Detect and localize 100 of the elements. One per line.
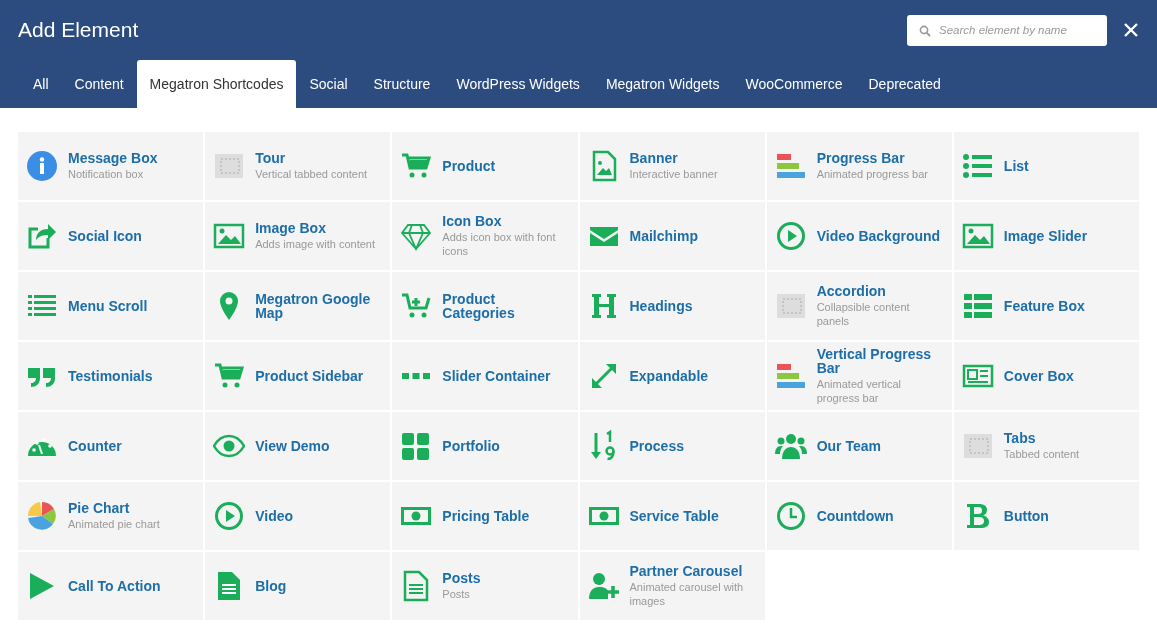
element-tile[interactable]: Counter <box>18 412 204 480</box>
element-title: Partner Carousel <box>629 563 744 578</box>
element-tile[interactable]: View Demo <box>205 412 391 480</box>
element-title: Countdown <box>816 509 894 523</box>
element-title: Megatron Google Map <box>255 292 372 320</box>
element-tile[interactable]: Pie Chart Animated pie chart <box>18 482 204 550</box>
element-description: Collapsible content panels <box>816 299 911 329</box>
element-tile[interactable]: Headings <box>579 272 765 340</box>
element-title: List <box>1003 159 1029 173</box>
element-tile[interactable]: Pricing Table <box>392 482 578 550</box>
element-tile[interactable]: Portfolio <box>392 412 578 480</box>
element-tile[interactable]: Tabs Tabbed content <box>953 412 1139 480</box>
element-title: Portfolio <box>442 439 500 453</box>
user-plus-icon <box>587 570 620 602</box>
element-tile[interactable]: Tour Vertical tabbed content <box>205 132 391 200</box>
tab[interactable]: WooCommerce <box>732 60 856 108</box>
element-title: Our Team <box>816 439 881 453</box>
element-description: Animated progress bar <box>816 166 928 182</box>
tab[interactable]: WordPress Widgets <box>443 60 593 108</box>
element-tile[interactable]: Expandable <box>579 342 765 410</box>
element-tile[interactable]: Mailchimp <box>579 202 765 270</box>
tab[interactable]: Structure <box>360 60 444 108</box>
tab[interactable]: Megatron Widgets <box>592 60 733 108</box>
element-tile[interactable]: Product <box>392 132 578 200</box>
element-description: Animated pie chart <box>68 516 160 532</box>
element-title: Slider Container <box>442 369 551 383</box>
element-tile[interactable]: Icon Box Adds icon box with font icons <box>392 202 578 270</box>
element-title: Button <box>1003 509 1049 523</box>
element-tile[interactable]: Partner Carousel Animated carousel with images <box>579 552 765 620</box>
element-tile[interactable]: Button <box>953 482 1139 550</box>
element-tile[interactable]: Banner Interactive banner <box>579 132 765 200</box>
element-title: Pie Chart <box>68 500 131 515</box>
element-tile[interactable]: Posts Posts <box>392 552 578 620</box>
element-title: Vertical Progress Bar <box>816 346 933 375</box>
element-title: Video Background <box>816 229 941 243</box>
element-title: Call To Action <box>68 579 161 593</box>
element-title: Image Slider <box>1003 229 1088 243</box>
element-tile[interactable]: Image Slider <box>953 202 1139 270</box>
element-title: Product <box>442 159 496 173</box>
element-description: Animated vertical progress bar <box>816 376 903 406</box>
element-title: Menu Scroll <box>68 299 148 313</box>
dialog-title: Add Element <box>18 17 140 43</box>
element-tile[interactable]: Accordion Collapsible content panels <box>766 272 952 340</box>
element-title: Counter <box>68 439 122 453</box>
tab[interactable]: Megatron Shortcodes <box>136 60 297 108</box>
tab[interactable]: All <box>20 60 62 108</box>
element-tile[interactable]: Our Team <box>766 412 952 480</box>
element-title: Product Sidebar <box>255 369 364 383</box>
element-title: Mailchimp <box>629 229 698 243</box>
element-description: Animated carousel with images <box>629 579 745 609</box>
element-tile[interactable]: Slider Container <box>392 342 578 410</box>
info-icon <box>26 150 58 182</box>
element-title: Blog <box>255 579 287 593</box>
element-tile[interactable]: Process <box>579 412 765 480</box>
element-tile[interactable]: Product Sidebar <box>205 342 391 410</box>
element-tile[interactable]: Testimonials <box>18 342 204 410</box>
element-tile[interactable]: Video <box>205 482 391 550</box>
tab[interactable]: Deprecated <box>855 60 954 108</box>
element-title: Expandable <box>629 369 709 383</box>
element-title: Service Table <box>629 509 719 523</box>
tab[interactable]: Content <box>61 60 137 108</box>
element-description: Adds icon box with font icons <box>442 229 557 259</box>
element-title: View Demo <box>255 439 330 453</box>
element-tile[interactable]: List <box>953 132 1139 200</box>
element-tile[interactable]: Cover Box <box>953 342 1139 410</box>
element-title: Image Box <box>255 220 327 235</box>
element-title: Cover Box <box>1003 369 1074 383</box>
element-tile[interactable]: Megatron Google Map <box>205 272 391 340</box>
play-circle-icon <box>774 220 807 252</box>
element-tile[interactable]: Social Icon <box>18 202 204 270</box>
element-tile[interactable]: Feature Box <box>953 272 1139 340</box>
element-title: Tabs <box>1003 430 1037 445</box>
close-button[interactable] <box>1123 22 1139 38</box>
element-title: Message Box <box>68 150 158 165</box>
element-tile[interactable]: Video Background <box>766 202 952 270</box>
element-title: Tour <box>255 150 287 165</box>
element-description: Vertical tabbed content <box>255 166 368 182</box>
dots-icon <box>400 372 433 380</box>
element-title: Video <box>255 509 294 523</box>
element-tile[interactable]: Vertical Progress Bar Animated vertical progress bar <box>766 342 952 410</box>
element-tile[interactable]: Image Box Adds image with content <box>205 202 391 270</box>
element-tile[interactable]: Message Box Notification box <box>18 132 204 200</box>
element-description: Adds image with content <box>255 236 375 252</box>
element-description: Tabbed content <box>1003 446 1080 462</box>
element-title: Social Icon <box>68 229 142 243</box>
element-title: Progress Bar <box>816 150 906 165</box>
element-title: Banner <box>629 150 679 165</box>
element-tile[interactable]: Countdown <box>766 482 952 550</box>
element-tile[interactable]: Product Categories <box>392 272 578 340</box>
element-tile[interactable]: Call To Action <box>18 552 204 620</box>
element-tile[interactable]: Progress Bar Animated progress bar <box>766 132 952 200</box>
element-tile[interactable]: Blog <box>205 552 391 620</box>
element-title: Posts <box>442 570 481 585</box>
element-title: Testimonials <box>68 369 153 383</box>
element-tile[interactable]: Service Table <box>579 482 765 550</box>
element-title: Pricing Table <box>442 509 530 523</box>
element-description: Interactive banner <box>629 166 718 182</box>
tab[interactable]: Social <box>296 60 361 108</box>
search-field[interactable]: Search element by name <box>907 14 1107 46</box>
element-tile[interactable]: Menu Scroll <box>18 272 204 340</box>
